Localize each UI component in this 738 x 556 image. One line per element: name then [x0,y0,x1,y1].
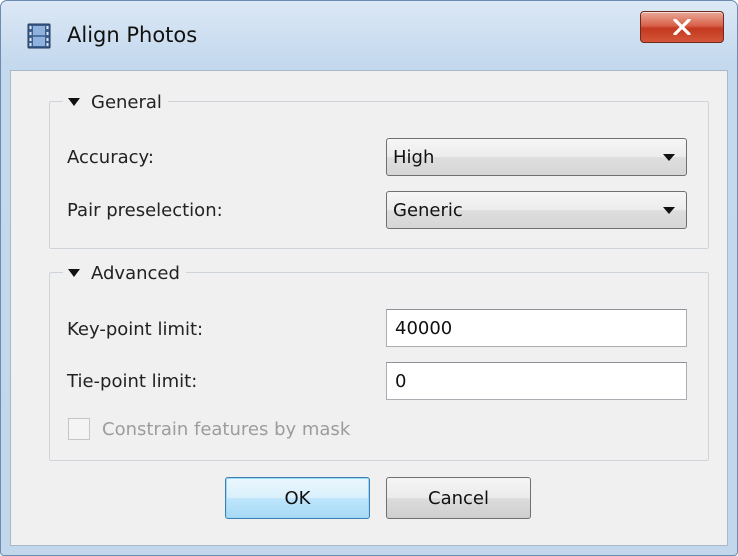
pair-preselection-select[interactable]: Generic [386,191,687,229]
tiepoint-limit-label: Tie-point limit: [67,371,198,392]
advanced-group-header[interactable]: Advanced [63,262,186,284]
ok-button[interactable]: OK [225,477,370,519]
keypoint-limit-input[interactable] [386,309,687,347]
tiepoint-limit-input[interactable] [386,362,687,400]
cancel-button[interactable]: Cancel [386,477,531,519]
constrain-by-mask-checkbox[interactable] [68,418,90,440]
keypoint-limit-label: Key-point limit: [67,319,204,340]
accuracy-value: High [393,147,435,168]
general-group-header[interactable]: General [63,91,168,113]
window-title: Align Photos [67,23,198,47]
collapse-triangle-icon [68,269,80,277]
accuracy-select[interactable]: High [386,138,687,176]
general-header-label: General [91,91,162,113]
film-strip-icon [27,23,51,49]
chevron-down-icon [663,207,675,214]
close-button[interactable] [640,11,724,43]
constrain-by-mask-label: Constrain features by mask [102,418,351,440]
advanced-header-label: Advanced [91,262,180,284]
accuracy-label: Accuracy: [67,147,154,168]
collapse-triangle-icon [68,98,80,106]
constrain-by-mask-option[interactable]: Constrain features by mask [68,418,350,440]
dialog-body: General Accuracy: High Pair preselection… [10,70,728,546]
tiepoint-limit-field[interactable] [387,363,686,399]
pair-preselection-value: Generic [393,200,463,221]
chevron-down-icon [663,154,675,161]
pair-preselection-label: Pair preselection: [67,200,223,221]
keypoint-limit-field[interactable] [387,310,686,346]
close-icon [673,19,691,35]
align-photos-dialog: Align Photos General Accuracy: High Pair… [0,0,738,556]
title-bar[interactable]: Align Photos [1,1,737,69]
